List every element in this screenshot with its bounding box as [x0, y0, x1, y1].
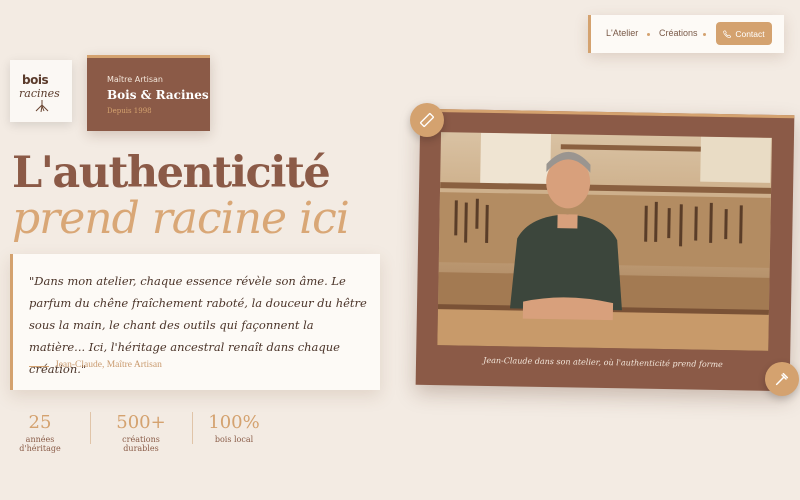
logo[interactable]: bois racines	[10, 60, 72, 122]
ruler-badge	[410, 103, 444, 137]
main-nav: L'Atelier Créations Contact	[588, 15, 784, 53]
stat-local: 100% bois local	[208, 412, 260, 444]
photo-caption: Jean-Claude dans son atelier, où l'authe…	[483, 355, 723, 370]
quote-divider	[29, 366, 49, 367]
photo-card: Jean-Claude dans son atelier, où l'authe…	[415, 108, 795, 392]
nav-separator	[703, 33, 706, 36]
stat-creations: 500+ créations durables	[106, 412, 176, 453]
contact-button-label: Contact	[735, 28, 765, 39]
workshop-illustration	[437, 132, 772, 351]
stat-value: 500+	[116, 412, 166, 433]
hero-title-line2: prend racine ici	[12, 193, 350, 244]
nav-link-creations[interactable]: Créations	[659, 28, 698, 38]
logo-text-bois: bois	[22, 73, 49, 87]
roots-icon	[35, 100, 49, 112]
phone-icon	[723, 29, 732, 38]
stat-years: 25 années d'héritage	[8, 412, 72, 453]
nav-separator	[647, 33, 650, 36]
artisan-photo	[437, 132, 772, 351]
brand-card: Maître Artisan Bois & Racines Depuis 199…	[87, 55, 210, 131]
hammer-badge	[765, 362, 799, 396]
ruler-icon	[420, 113, 434, 127]
hammer-icon	[775, 372, 789, 386]
brand-name: Bois & Racines	[107, 88, 209, 102]
stat-value: 25	[28, 412, 52, 433]
stat-value: 100%	[208, 412, 260, 433]
stat-label: bois local	[214, 435, 254, 444]
stat-label: années d'héritage	[19, 435, 61, 453]
nav-link-atelier[interactable]: L'Atelier	[606, 28, 638, 38]
quote-card: "Dans mon atelier, chaque essence révèle…	[10, 254, 380, 390]
quote-author: Jean-Claude, Maître Artisan	[55, 360, 162, 370]
stat-divider	[90, 412, 91, 444]
brand-subtitle: Maître Artisan	[107, 75, 164, 84]
contact-button[interactable]: Contact	[716, 22, 772, 45]
stat-label: créations durables	[122, 435, 160, 453]
stat-divider	[192, 412, 193, 444]
brand-since: Depuis 1998	[107, 107, 152, 115]
logo-text-racines: racines	[19, 87, 60, 100]
hero-title-line1: L'authenticité	[12, 148, 331, 198]
